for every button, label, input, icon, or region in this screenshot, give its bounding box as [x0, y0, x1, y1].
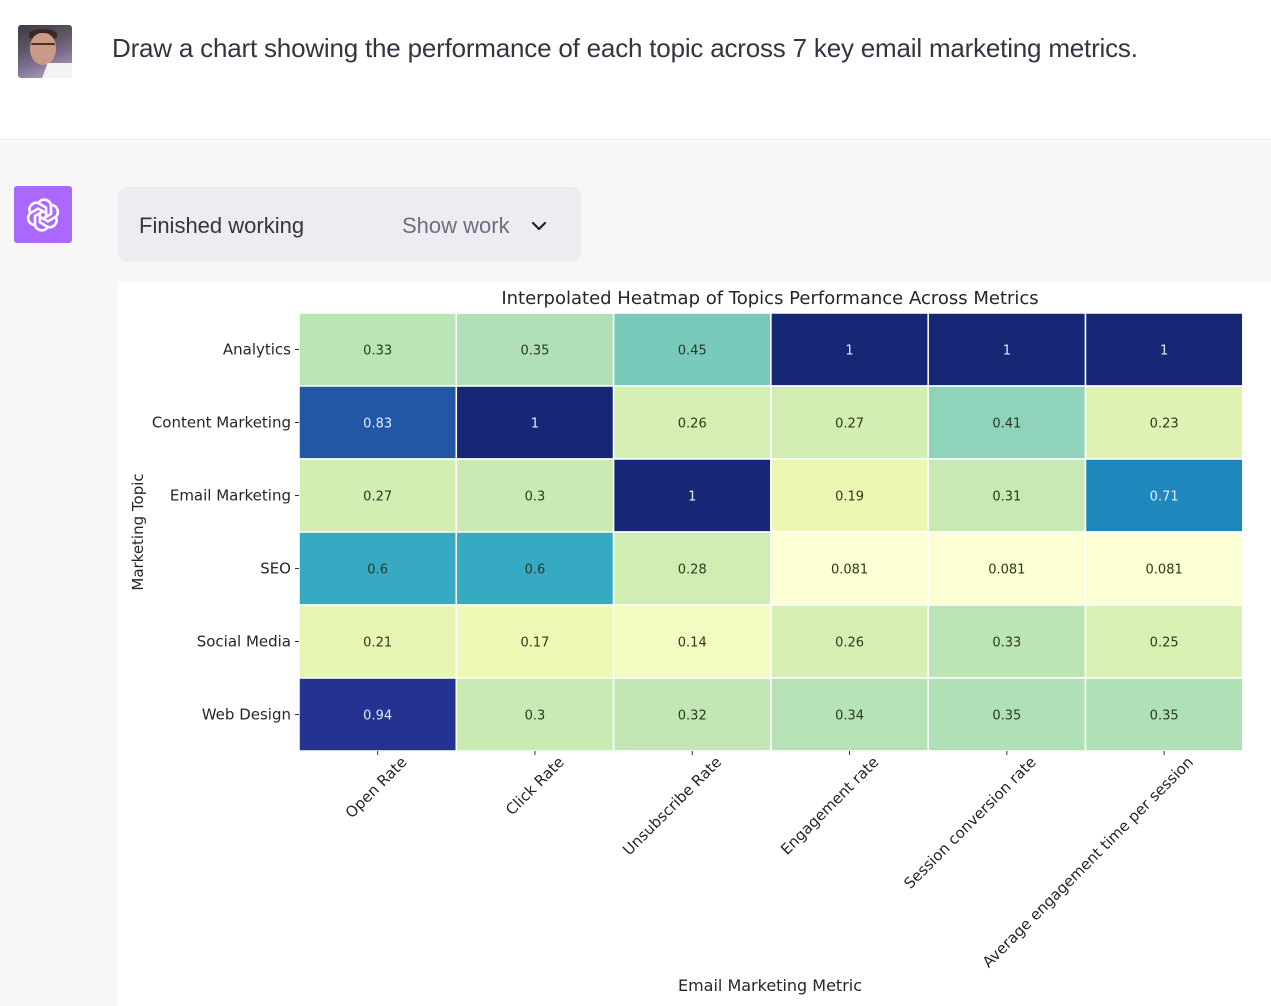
cell-value-label: 1: [1160, 344, 1168, 359]
cell-value-label: 0.3: [525, 490, 546, 505]
cell-value-label: 0.081: [1146, 563, 1183, 578]
cell-value-label: 0.33: [363, 344, 392, 359]
cell-value-label: 0.081: [831, 563, 868, 578]
cell-value-label: 0.26: [835, 636, 864, 651]
y-tick-label: Web Design: [202, 706, 291, 724]
y-tick-label: Social Media: [197, 633, 291, 651]
cell-value-label: 0.25: [1150, 636, 1179, 651]
cell-value-label: 0.31: [992, 490, 1021, 505]
user-message-row: Draw a chart showing the performance of …: [0, 0, 1271, 140]
cell-value-label: 0.28: [678, 563, 707, 578]
chart-title: Interpolated Heatmap of Topics Performan…: [501, 288, 1038, 309]
x-tick-label: Open Rate: [342, 753, 411, 822]
cell-value-label: 0.6: [525, 563, 546, 578]
x-tick-label: Unsubscribe Rate: [619, 753, 725, 859]
cell-value-label: 0.27: [363, 490, 392, 505]
chart-panel: Interpolated Heatmap of Topics Performan…: [118, 282, 1271, 1006]
x-tick-label: Engagement rate: [777, 753, 882, 858]
cell-value-label: 0.83: [363, 417, 392, 432]
x-tick-labels: Open Rate Click Rate Unsubscribe Rate Engag…: [342, 751, 1197, 971]
cell-value-label: 0.35: [1150, 709, 1179, 724]
chevron-down-icon: [531, 221, 546, 231]
y-axis-label: Marketing Topic: [129, 473, 147, 590]
cell-value-label: 0.081: [988, 563, 1025, 578]
heatmap-chart: Interpolated Heatmap of Topics Performan…: [129, 288, 1244, 995]
cell-value-label: 0.32: [678, 709, 707, 724]
heatmap-cells: 0.33 0.35 0.45 1 1 1 0.83 1 0.26 0.27 0.41 0.23 0.27…: [298, 312, 1244, 752]
cell-value-label: 0.27: [835, 417, 864, 432]
cell-value-label: 0.26: [678, 417, 707, 432]
cell-value-label: 0.35: [992, 709, 1021, 724]
user-message-text: Draw a chart showing the performance of …: [112, 33, 1138, 63]
openai-knot-icon: [26, 197, 60, 232]
avatar-face: [30, 33, 56, 65]
cell-value-label: 0.94: [363, 709, 392, 724]
cell-value-label: 0.21: [363, 636, 392, 651]
cell-value-label: 0.34: [835, 709, 864, 724]
cell-value-label: 1: [688, 490, 696, 505]
openai-logo-icon: [14, 186, 72, 243]
y-tick-label: SEO: [260, 560, 291, 578]
cell-value-label: 0.6: [367, 563, 388, 578]
cell-value-label: 1: [845, 344, 853, 359]
user-avatar: [18, 25, 72, 78]
cell-value-label: 0.41: [992, 417, 1021, 432]
show-work-button[interactable]: Show work: [402, 213, 548, 239]
y-tick-label: Content Marketing: [152, 414, 291, 432]
cell-value-label: 0.19: [835, 490, 864, 505]
cell-value-label: 0.17: [520, 636, 549, 651]
cell-value-label: 0.35: [520, 344, 549, 359]
x-tick-label: Session conversion rate: [900, 753, 1039, 892]
show-work-label: Show work: [402, 213, 510, 238]
cell-value-label: 0.45: [678, 344, 707, 359]
y-tick-labels: Analytics Content Marketing Email Marketin…: [152, 341, 299, 724]
assistant-message-row: Finished working Show work Interpolated …: [0, 141, 1271, 1006]
cell-value-label: 0.33: [992, 636, 1021, 651]
x-tick-label: Click Rate: [502, 753, 568, 819]
status-label: Finished working: [139, 213, 305, 238]
y-tick-label: Analytics: [223, 341, 291, 359]
avatar-glasses: [31, 43, 55, 48]
cell-value-label: 1: [531, 417, 539, 432]
cell-value-label: 0.14: [678, 636, 707, 651]
cell-value-label: 0.71: [1150, 490, 1179, 505]
work-status-panel: Finished working Show work: [118, 187, 581, 262]
cell-value-label: 0.23: [1150, 417, 1179, 432]
x-axis-label: Email Marketing Metric: [678, 976, 862, 995]
y-tick-label: Email Marketing: [170, 487, 291, 505]
avatar-shirt: [40, 63, 72, 78]
cell-value-label: 1: [1003, 344, 1011, 359]
cell-value-label: 0.3: [525, 709, 546, 724]
